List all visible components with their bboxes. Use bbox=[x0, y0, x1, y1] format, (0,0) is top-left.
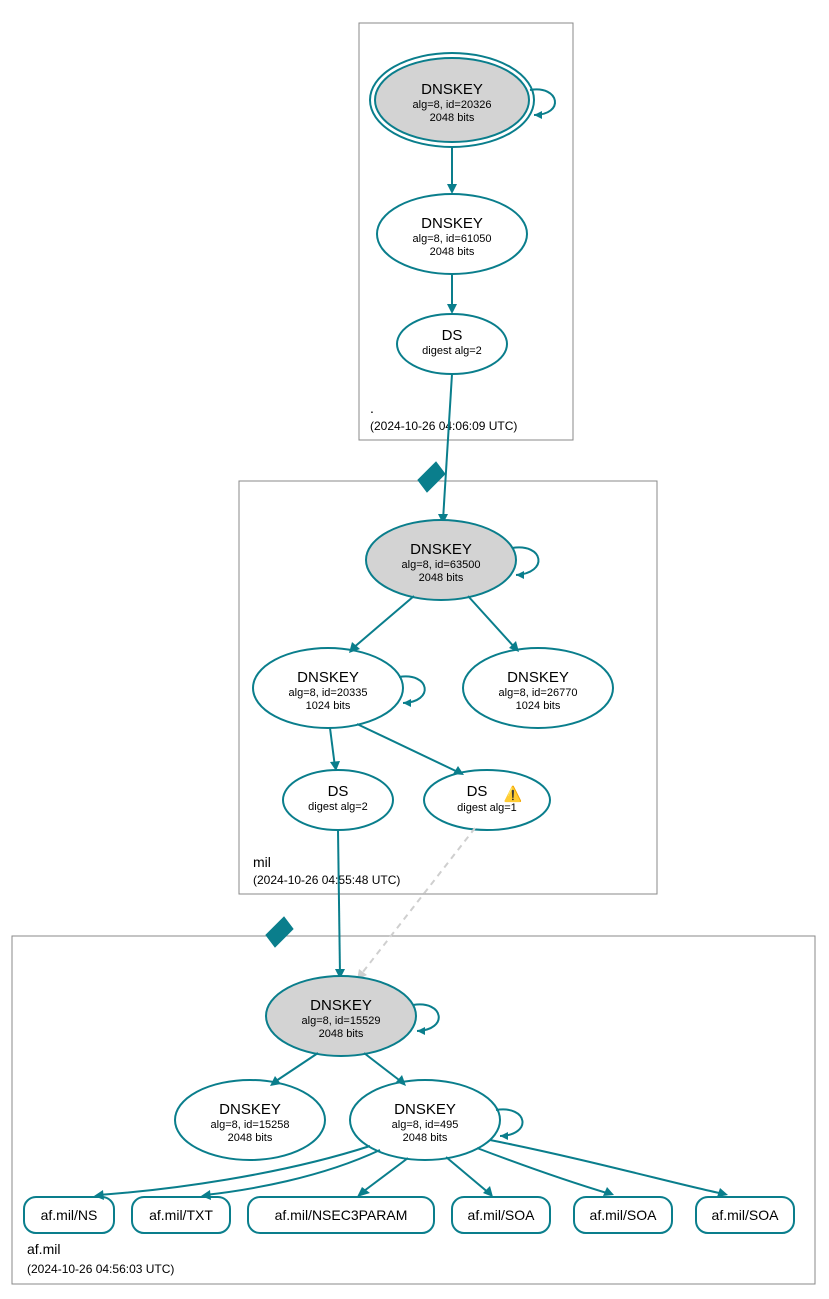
node-mil-ds1[interactable]: DS digest alg=2 bbox=[283, 770, 393, 830]
zone-label-root: . bbox=[370, 400, 374, 416]
rr-afmil-soa-3[interactable]: af.mil/SOA bbox=[696, 1197, 794, 1233]
edge-milds2-afksk bbox=[359, 828, 475, 977]
zone-label-mil: mil bbox=[253, 854, 271, 870]
node-root-ksk[interactable]: DNSKEY alg=8, id=20326 2048 bits bbox=[370, 53, 534, 147]
svg-text:digest alg=1: digest alg=1 bbox=[457, 802, 517, 814]
node-mil-zsk1[interactable]: DNSKEY alg=8, id=20335 1024 bits bbox=[253, 648, 403, 728]
svg-text:DNSKEY: DNSKEY bbox=[297, 669, 359, 686]
node-mil-zsk2[interactable]: DNSKEY alg=8, id=26770 1024 bits bbox=[463, 648, 613, 728]
rr-afmil-soa-2[interactable]: af.mil/SOA bbox=[574, 1197, 672, 1233]
svg-text:af.mil/NS: af.mil/NS bbox=[41, 1207, 98, 1223]
node-root-ds[interactable]: DS digest alg=2 bbox=[397, 314, 507, 374]
edge-milds1-afksk bbox=[338, 830, 340, 975]
svg-text:alg=8, id=20326: alg=8, id=20326 bbox=[413, 99, 492, 111]
svg-text:1024 bits: 1024 bits bbox=[516, 700, 561, 712]
svg-text:1024 bits: 1024 bits bbox=[306, 700, 351, 712]
svg-text:2048 bits: 2048 bits bbox=[403, 1132, 448, 1144]
svg-text:2048 bits: 2048 bits bbox=[228, 1132, 273, 1144]
svg-text:digest alg=2: digest alg=2 bbox=[308, 801, 368, 813]
svg-text:DNSKEY: DNSKEY bbox=[421, 215, 483, 232]
svg-text:2048 bits: 2048 bits bbox=[430, 246, 475, 258]
rr-afmil-nsec3param[interactable]: af.mil/NSEC3PARAM bbox=[248, 1197, 434, 1233]
svg-text:digest alg=2: digest alg=2 bbox=[422, 345, 482, 357]
edge-rootds-milksk bbox=[443, 374, 452, 520]
svg-text:DS: DS bbox=[442, 327, 463, 344]
svg-text:alg=8, id=61050: alg=8, id=61050 bbox=[413, 233, 492, 245]
svg-text:alg=8, id=26770: alg=8, id=26770 bbox=[499, 687, 578, 699]
svg-text:DNSKEY: DNSKEY bbox=[394, 1101, 456, 1118]
svg-text:DS: DS bbox=[328, 783, 349, 800]
svg-text:DNSKEY: DNSKEY bbox=[421, 81, 483, 98]
svg-text:DNSKEY: DNSKEY bbox=[507, 669, 569, 686]
node-mil-ksk[interactable]: DNSKEY alg=8, id=63500 2048 bits bbox=[366, 520, 516, 600]
svg-text:af.mil/NSEC3PARAM: af.mil/NSEC3PARAM bbox=[275, 1207, 408, 1223]
node-af-ksk[interactable]: DNSKEY alg=8, id=15529 2048 bits bbox=[266, 976, 416, 1056]
delegation-arrow-root-mil bbox=[418, 462, 445, 492]
svg-text:DNSKEY: DNSKEY bbox=[219, 1101, 281, 1118]
dnssec-diagram: . (2024-10-26 04:06:09 UTC) mil (2024-10… bbox=[0, 0, 829, 1299]
delegation-arrow-mil-af bbox=[266, 917, 293, 947]
zone-ts-root: (2024-10-26 04:06:09 UTC) bbox=[370, 419, 517, 433]
svg-text:2048 bits: 2048 bits bbox=[319, 1028, 364, 1040]
zone-label-afmil: af.mil bbox=[27, 1241, 60, 1257]
warning-icon: ⚠️ bbox=[504, 785, 523, 803]
zone-ts-afmil: (2024-10-26 04:56:03 UTC) bbox=[27, 1262, 174, 1276]
svg-text:alg=8, id=15258: alg=8, id=15258 bbox=[211, 1119, 290, 1131]
svg-text:DNSKEY: DNSKEY bbox=[410, 541, 472, 558]
rr-afmil-txt[interactable]: af.mil/TXT bbox=[132, 1197, 230, 1233]
rr-afmil-soa-1[interactable]: af.mil/SOA bbox=[452, 1197, 550, 1233]
svg-text:alg=8, id=495: alg=8, id=495 bbox=[392, 1119, 459, 1131]
svg-text:DS: DS bbox=[467, 783, 488, 800]
svg-text:af.mil/SOA: af.mil/SOA bbox=[590, 1207, 658, 1223]
svg-text:alg=8, id=20335: alg=8, id=20335 bbox=[289, 687, 368, 699]
zone-ts-mil: (2024-10-26 04:55:48 UTC) bbox=[253, 873, 400, 887]
svg-text:2048 bits: 2048 bits bbox=[419, 572, 464, 584]
node-mil-ds2[interactable]: DS ⚠️ digest alg=1 bbox=[424, 770, 550, 830]
svg-text:af.mil/TXT: af.mil/TXT bbox=[149, 1207, 213, 1223]
svg-text:2048 bits: 2048 bits bbox=[430, 112, 475, 124]
svg-text:alg=8, id=15529: alg=8, id=15529 bbox=[302, 1015, 381, 1027]
svg-text:DNSKEY: DNSKEY bbox=[310, 997, 372, 1014]
rr-afmil-ns[interactable]: af.mil/NS bbox=[24, 1197, 114, 1233]
svg-text:af.mil/SOA: af.mil/SOA bbox=[712, 1207, 780, 1223]
node-af-zsk1[interactable]: DNSKEY alg=8, id=15258 2048 bits bbox=[175, 1080, 325, 1160]
svg-text:alg=8, id=63500: alg=8, id=63500 bbox=[402, 559, 481, 571]
node-root-zsk[interactable]: DNSKEY alg=8, id=61050 2048 bits bbox=[377, 194, 527, 274]
svg-text:af.mil/SOA: af.mil/SOA bbox=[468, 1207, 536, 1223]
